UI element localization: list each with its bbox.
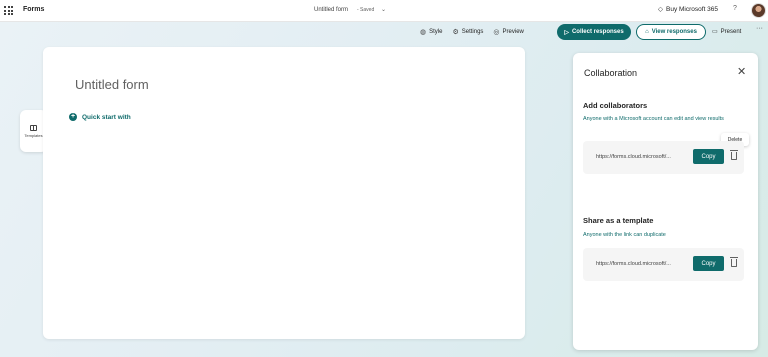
eye-icon: ◎	[493, 29, 500, 36]
more-options-button[interactable]: ···	[756, 25, 763, 32]
app-name[interactable]: Forms	[23, 6, 44, 13]
help-button[interactable]: ?	[733, 5, 737, 12]
add-collaborators-description: Anyone with a Microsoft account can edit…	[583, 116, 724, 122]
collect-responses-button[interactable]: ▷ Collect responses	[557, 24, 631, 40]
copy-collaborator-link-button[interactable]: Copy	[693, 149, 724, 164]
view-responses-button[interactable]: ⌂ View responses	[636, 24, 706, 40]
buy-microsoft-365-button[interactable]: ◇ Buy Microsoft 365	[658, 5, 719, 14]
templates-icon	[30, 124, 37, 131]
present-button[interactable]: ▭ Present	[712, 28, 742, 36]
share-template-description: Anyone with the link can duplicate	[583, 232, 666, 238]
style-button[interactable]: ◍ Style	[420, 28, 442, 36]
collaboration-panel: Collaboration ✕ Add collaborators Anyone…	[573, 53, 758, 350]
app-launcher-icon[interactable]	[4, 6, 13, 15]
palette-icon: ◍	[420, 29, 427, 36]
send-icon: ▷	[564, 29, 569, 36]
document-title[interactable]: Untitled form	[314, 7, 348, 13]
form-title[interactable]: Untitled form	[75, 77, 149, 92]
template-link-box: https://forms.cloud.microsoft/... Copy	[583, 248, 744, 281]
preview-label: Preview	[502, 29, 524, 35]
trash-icon[interactable]	[729, 256, 739, 268]
present-icon: ▭	[712, 29, 718, 35]
settings-label: Settings	[461, 29, 484, 35]
copy-template-link-button[interactable]: Copy	[693, 256, 724, 271]
add-collaborators-title: Add collaborators	[583, 101, 648, 110]
chevron-down-icon[interactable]: ⌄	[381, 6, 386, 13]
templates-label: Templates	[24, 132, 43, 138]
quick-start-button[interactable]: + Quick start with	[69, 113, 131, 121]
collaborator-link-box: https://forms.cloud.microsoft/... Copy	[583, 141, 744, 174]
style-label: Style	[429, 29, 443, 35]
close-icon[interactable]: ✕	[737, 65, 746, 78]
share-template-title: Share as a template	[583, 216, 654, 225]
avatar[interactable]	[751, 3, 766, 18]
add-icon: +	[69, 113, 77, 121]
view-responses-label: View responses	[651, 29, 697, 35]
diamond-icon: ◇	[658, 6, 663, 13]
preview-button[interactable]: ◎ Preview	[493, 28, 523, 36]
quick-start-label: Quick start with	[82, 113, 131, 121]
toolbar: ◍ Style ⚙ Settings ◎ Preview	[420, 24, 534, 40]
form-canvas: Untitled form + Quick start with	[43, 47, 525, 339]
present-label: Present	[720, 28, 742, 35]
save-status: - Saved	[357, 7, 375, 13]
clipboard-icon: ⌂	[645, 29, 649, 35]
template-link[interactable]: https://forms.cloud.microsoft/...	[596, 261, 671, 267]
collaborator-link[interactable]: https://forms.cloud.microsoft/...	[596, 154, 671, 160]
trash-icon[interactable]	[729, 149, 739, 161]
settings-button[interactable]: ⚙ Settings	[452, 28, 483, 36]
panel-title: Collaboration	[584, 68, 638, 78]
top-bar: Forms Untitled form - Saved ⌄ ◇ Buy Micr…	[0, 0, 768, 22]
collect-responses-label: Collect responses	[571, 29, 624, 35]
gear-icon: ⚙	[452, 29, 459, 36]
buy-label: Buy Microsoft 365	[666, 5, 719, 13]
